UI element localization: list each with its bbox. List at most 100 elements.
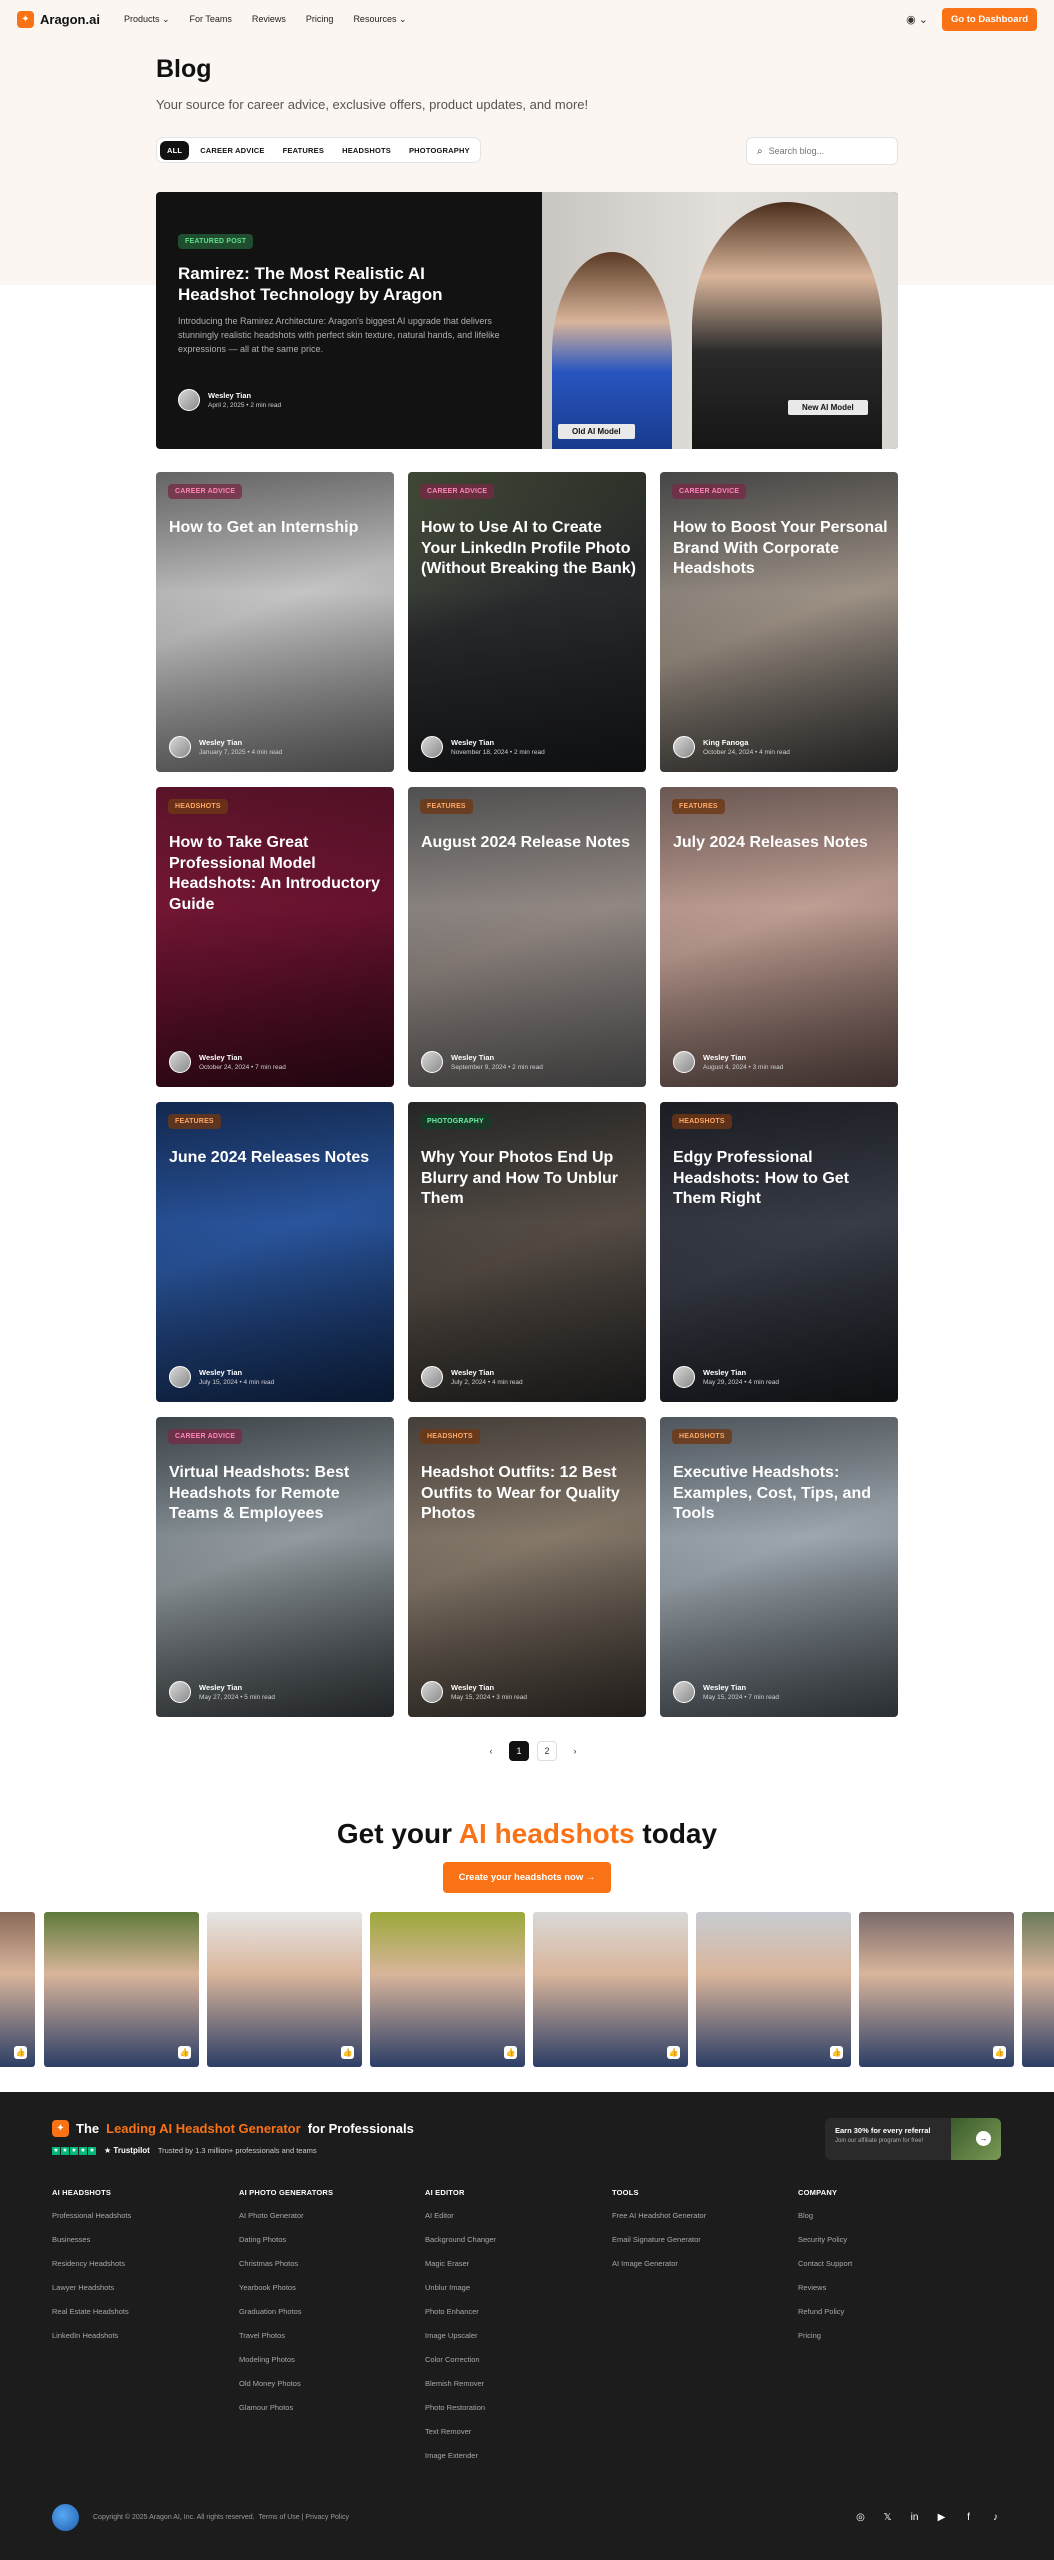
footer-link[interactable]: Dating Photos [239,2235,333,2259]
headshot-strip: 👍 👍 👍 👍 👍 👍 👍 👍 [0,1912,1054,2067]
post-title[interactable]: How to Use AI to Create Your LinkedIn Pr… [421,518,636,580]
prev-page-icon[interactable]: ‹ [481,1741,501,1761]
post-card[interactable]: PHOTOGRAPHY Why Your Photos End Up Blurr… [408,1102,646,1402]
footer-link[interactable]: Graduation Photos [239,2307,333,2331]
post-card[interactable]: HEADSHOTS How to Take Great Professional… [156,787,394,1087]
post-title[interactable]: June 2024 Releases Notes [169,1148,384,1169]
footer-link[interactable]: AI Photo Generator [239,2211,333,2235]
create-headshots-button[interactable]: Create your headshots now → [443,1862,611,1893]
post-card[interactable]: FEATURES August 2024 Release Notes Wesle… [408,787,646,1087]
footer-link[interactable]: Photo Restoration [425,2403,496,2427]
footer-link[interactable]: AI Editor [425,2211,496,2235]
footer-link[interactable]: Background Changer [425,2235,496,2259]
category-badge: FEATURES [420,799,473,814]
tiktok-icon[interactable]: ♪ [989,2511,1002,2524]
privacy-link[interactable]: Privacy Policy [305,2514,349,2521]
post-card[interactable]: CAREER ADVICE How to Use AI to Create Yo… [408,472,646,772]
post-card[interactable]: FEATURES July 2024 Releases Notes Wesley… [660,787,898,1087]
go-to-dashboard-button[interactable]: Go to Dashboard [941,7,1037,31]
author-name: Wesley Tian [199,1368,243,1377]
footer-link[interactable]: Residency Headshots [52,2259,131,2283]
post-card[interactable]: HEADSHOTS Executive Headshots: Examples,… [660,1417,898,1717]
post-title[interactable]: How to Take Great Professional Model Hea… [169,833,384,915]
footer-link[interactable]: Email Signature Generator [612,2235,706,2259]
footer-link[interactable]: Free AI Headshot Generator [612,2211,706,2235]
search-box[interactable]: ⌕ [746,137,898,165]
post-card[interactable]: HEADSHOTS Headshot Outfits: 12 Best Outf… [408,1417,646,1717]
page-1[interactable]: 1 [509,1741,529,1761]
footer-link[interactable]: Unblur Image [425,2283,496,2307]
post-title[interactable]: Virtual Headshots: Best Headshots for Re… [169,1463,384,1525]
featured-title[interactable]: Ramirez: The Most Realistic AI Headshot … [178,263,478,305]
footer-link[interactable]: Contact Support [798,2259,852,2283]
post-title[interactable]: How to Boost Your Personal Brand With Co… [673,518,888,580]
avatar [421,736,443,758]
arrow-right-icon[interactable]: → [976,2131,991,2146]
post-title[interactable]: How to Get an Internship [169,518,384,539]
footer-link[interactable]: Reviews [798,2283,852,2307]
post-title[interactable]: Why Your Photos End Up Blurry and How To… [421,1148,636,1210]
post-title[interactable]: July 2024 Releases Notes [673,833,888,854]
post-card[interactable]: CAREER ADVICE Virtual Headshots: Best He… [156,1417,394,1717]
footer-link[interactable]: Image Upscaler [425,2331,496,2355]
footer-link[interactable]: Glamour Photos [239,2403,333,2427]
facebook-icon[interactable]: f [962,2511,975,2524]
nav-resources[interactable]: Resources ⌄ [353,14,406,25]
thumbs-up-icon: 👍 [504,2046,517,2059]
post-card[interactable]: FEATURES June 2024 Releases Notes Wesley… [156,1102,394,1402]
post-author: Wesley Tian May 27, 2024 • 5 min read [169,1681,275,1703]
filter-career-advice[interactable]: CAREER ADVICE [193,141,271,160]
post-card[interactable]: CAREER ADVICE How to Boost Your Personal… [660,472,898,772]
footer-link[interactable]: Old Money Photos [239,2379,333,2403]
post-title[interactable]: Executive Headshots: Examples, Cost, Tip… [673,1463,888,1525]
footer-link[interactable]: Lawyer Headshots [52,2283,131,2307]
referral-card[interactable]: Earn 30% for every referral Join our aff… [825,2118,1001,2160]
twitter-icon[interactable]: 𝕏 [881,2511,894,2524]
footer-link[interactable]: AI Image Generator [612,2259,706,2283]
footer-link[interactable]: Yearbook Photos [239,2283,333,2307]
footer-link[interactable]: Real Estate Headshots [52,2307,131,2331]
linkedin-icon[interactable]: in [908,2511,921,2524]
filter-all[interactable]: ALL [160,140,190,160]
footer-link[interactable]: Security Policy [798,2235,852,2259]
nav-links: Products ⌄ For Teams Reviews Pricing Res… [124,14,407,25]
post-card[interactable]: CAREER ADVICE How to Get an Internship W… [156,472,394,772]
search-input[interactable] [768,146,879,156]
footer-link[interactable]: Color Correction [425,2355,496,2379]
instagram-icon[interactable]: ◎ [854,2511,867,2524]
language-globe-icon[interactable]: ◉ ⌄ [906,13,928,26]
footer-link[interactable]: Text Remover [425,2427,496,2451]
post-title[interactable]: August 2024 Release Notes [421,833,636,854]
footer-link[interactable]: Refund Policy [798,2307,852,2331]
footer-link[interactable]: Photo Enhancer [425,2307,496,2331]
footer-link[interactable]: Travel Photos [239,2331,333,2355]
post-author: Wesley Tian October 24, 2024 • 7 min rea… [169,1051,286,1073]
nav-products[interactable]: Products ⌄ [124,14,170,25]
footer-link[interactable]: Magic Eraser [425,2259,496,2283]
post-card[interactable]: HEADSHOTS Edgy Professional Headshots: H… [660,1102,898,1402]
filter-features[interactable]: FEATURES [276,141,331,160]
brand-logo[interactable]: ✦ Aragon.ai [17,10,100,28]
footer-link[interactable]: Professional Headshots [52,2211,131,2235]
filter-photography[interactable]: PHOTOGRAPHY [402,141,477,160]
footer-link[interactable]: Pricing [798,2331,852,2355]
footer-link[interactable]: Businesses [52,2235,131,2259]
next-page-icon[interactable]: › [565,1741,585,1761]
nav-for-teams[interactable]: For Teams [190,14,232,25]
nav-pricing[interactable]: Pricing [306,14,334,25]
terms-link[interactable]: Terms of Use [258,2514,299,2521]
nav-reviews[interactable]: Reviews [252,14,286,25]
card-shade [660,472,898,772]
post-title[interactable]: Headshot Outfits: 12 Best Outfits to Wea… [421,1463,636,1525]
footer-link[interactable]: LinkedIn Headshots [52,2331,131,2355]
footer-link[interactable]: Blemish Remover [425,2379,496,2403]
footer-link[interactable]: Christmas Photos [239,2259,333,2283]
footer-link[interactable]: Blog [798,2211,852,2235]
youtube-icon[interactable]: ▶ [935,2511,948,2524]
page-2[interactable]: 2 [537,1741,557,1761]
featured-post[interactable]: FEATURED POST Ramirez: The Most Realisti… [156,192,898,449]
footer-link[interactable]: Image Extender [425,2451,496,2475]
filter-headshots[interactable]: HEADSHOTS [335,141,398,160]
post-title[interactable]: Edgy Professional Headshots: How to Get … [673,1148,888,1210]
footer-link[interactable]: Modeling Photos [239,2355,333,2379]
